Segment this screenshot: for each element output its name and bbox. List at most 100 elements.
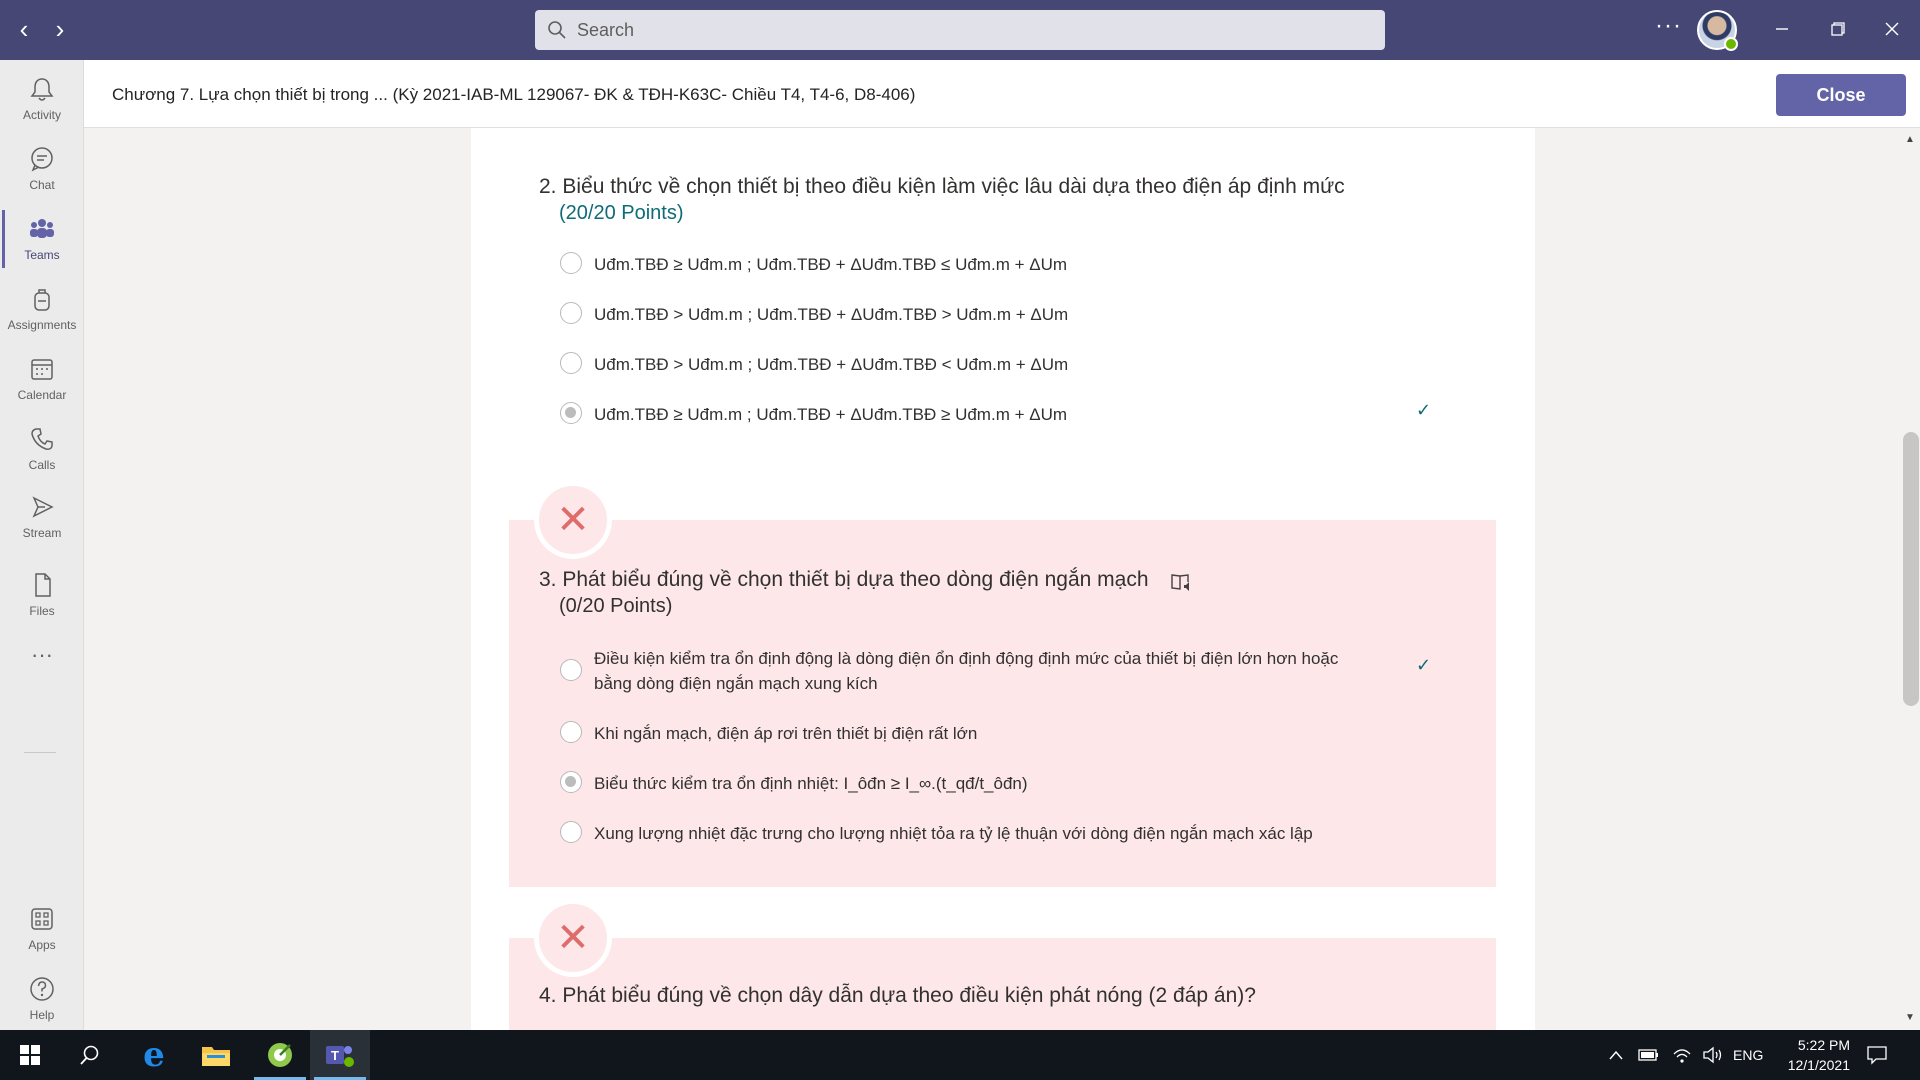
backpack-icon xyxy=(34,289,50,311)
rail-item-apps[interactable]: Apps xyxy=(0,898,84,964)
close-window-icon[interactable] xyxy=(1876,14,1908,46)
option-text: Uđm.TBĐ ≥ Uđm.m ; Uđm.TBĐ + ΔUđm.TBĐ ≥ U… xyxy=(594,405,1068,424)
correct-check-icon: ✓ xyxy=(1416,400,1432,420)
answer-option[interactable]: Khi ngắn mạch, điện áp rơi trên thiết bị… xyxy=(560,721,977,746)
option-text: Uđm.TBĐ > Uđm.m ; Uđm.TBĐ + ΔUđm.TBĐ < U… xyxy=(594,355,1069,374)
teams-icon xyxy=(30,219,54,238)
bell-icon xyxy=(30,78,54,101)
answer-option[interactable]: Uđm.TBĐ ≥ Uđm.m ; Uđm.TBĐ + ΔUđm.TBĐ ≥ U… xyxy=(560,402,1067,427)
more-apps-icon[interactable]: ··· xyxy=(0,638,84,678)
scrollbar-thumb[interactable] xyxy=(1903,432,1919,706)
rail-label: Help xyxy=(29,1008,55,1022)
battery-icon[interactable] xyxy=(1638,1030,1660,1080)
rail-label: Chat xyxy=(29,178,55,192)
show-hidden-icons-icon[interactable] xyxy=(1608,1030,1624,1080)
rail-item-chat[interactable]: Chat xyxy=(0,138,84,204)
phone-icon xyxy=(31,428,53,450)
correct-check-icon: ✓ xyxy=(1416,655,1432,675)
radio-button[interactable] xyxy=(560,721,582,743)
answer-option[interactable]: Uđm.TBĐ > Uđm.m ; Uđm.TBĐ + ΔUđm.TBĐ > U… xyxy=(560,302,1068,327)
option-text: Uđm.TBĐ ≥ Uđm.m ; Uđm.TBĐ + ΔUđm.TBĐ ≤ U… xyxy=(594,255,1068,274)
question-title: 2. Biểu thức về chọn thiết bị theo điều … xyxy=(539,175,1345,198)
volume-icon[interactable] xyxy=(1702,1030,1724,1080)
question-points: (0/20 Points) xyxy=(559,595,673,617)
answer-option[interactable]: Biểu thức kiểm tra ổn định nhiệt: I_ôđn … xyxy=(560,771,1028,796)
rail-label: Calendar xyxy=(17,388,67,402)
title-bar: ‹ › Search ··· xyxy=(0,0,1920,60)
option-text: Điều kiện kiểm tra ổn định động là dòng … xyxy=(594,649,1339,693)
teams-taskbar-icon[interactable]: T xyxy=(310,1030,370,1080)
windows-start-icon[interactable] xyxy=(0,1030,60,1080)
search-placeholder: Search xyxy=(577,19,635,40)
system-clock[interactable]: 5:22 PM 12/1/2021 xyxy=(1760,1035,1850,1075)
radio-button-selected[interactable] xyxy=(560,402,582,424)
option-text: Xung lượng nhiệt đặc trưng cho lượng nhi… xyxy=(594,824,1313,843)
taskbar-search-icon[interactable] xyxy=(60,1030,120,1080)
rail-item-calendar[interactable]: Calendar xyxy=(0,348,84,414)
file-icon xyxy=(35,573,51,597)
notifications-icon[interactable] xyxy=(1866,1030,1888,1080)
radio-button-selected[interactable] xyxy=(560,771,582,793)
minimize-icon[interactable] xyxy=(1766,14,1798,46)
rail-label: Activity xyxy=(22,108,61,122)
rail-item-calls[interactable]: Calls xyxy=(0,418,84,484)
forward-arrow-icon[interactable]: › xyxy=(46,16,74,44)
immersive-reader-icon[interactable] xyxy=(1170,571,1192,593)
radio-button[interactable] xyxy=(560,302,582,324)
radio-button[interactable] xyxy=(560,659,582,681)
radio-button[interactable] xyxy=(560,352,582,374)
rail-item-help[interactable]: Help xyxy=(0,968,84,1034)
radio-button[interactable] xyxy=(560,821,582,843)
restore-icon[interactable] xyxy=(1822,14,1854,46)
question-title: 4. Phát biểu đúng về chọn dây dẫn dựa th… xyxy=(539,984,1256,1007)
wrong-x-icon: ✕ xyxy=(534,899,612,977)
answer-option[interactable]: Uđm.TBĐ > Uđm.m ; Uđm.TBĐ + ΔUđm.TBĐ < U… xyxy=(560,352,1068,377)
rail-label: Calls xyxy=(28,458,56,472)
page-header: Chương 7. Lựa chọn thiết bị trong ... (K… xyxy=(84,60,1920,128)
rail-item-teams[interactable]: Teams xyxy=(0,208,84,274)
rail-label: Stream xyxy=(22,526,62,540)
wifi-icon[interactable] xyxy=(1672,1030,1692,1080)
close-button[interactable]: Close xyxy=(1776,74,1906,116)
chat-icon xyxy=(31,147,53,172)
back-arrow-icon[interactable]: ‹ xyxy=(10,16,38,44)
avatar[interactable] xyxy=(1697,10,1738,51)
windows-taskbar: e T ENG 5:22 PM 12/1/2021 xyxy=(0,1030,1920,1080)
help-icon xyxy=(30,977,54,1001)
clock-date: 12/1/2021 xyxy=(1787,1057,1850,1073)
rail-item-stream[interactable]: Stream xyxy=(0,486,84,552)
option-text: Uđm.TBĐ > Uđm.m ; Uđm.TBĐ + ΔUđm.TBĐ > U… xyxy=(594,305,1069,324)
scroll-up-icon[interactable]: ▲ xyxy=(1905,134,1915,145)
rail-divider xyxy=(24,752,56,753)
option-text: Khi ngắn mạch, điện áp rơi trên thiết bị… xyxy=(594,724,978,743)
radio-button[interactable] xyxy=(560,252,582,274)
calendar-icon xyxy=(31,359,53,380)
question-points: (20/20 Points) xyxy=(559,202,684,224)
app-running-icon[interactable] xyxy=(250,1030,310,1080)
rail-label: Apps xyxy=(28,938,56,952)
svg-text:T: T xyxy=(331,1048,339,1063)
clock-time: 5:22 PM xyxy=(1797,1037,1850,1053)
file-explorer-icon[interactable] xyxy=(186,1030,246,1080)
edge-browser-icon[interactable]: e xyxy=(124,1030,184,1080)
search-input[interactable]: Search xyxy=(535,10,1385,50)
language-indicator[interactable]: ENG xyxy=(1733,1030,1763,1080)
answer-option[interactable]: Uđm.TBĐ ≥ Uđm.m ; Uđm.TBĐ + ΔUđm.TBĐ ≤ U… xyxy=(560,252,1067,277)
stream-icon xyxy=(32,496,54,518)
question-title: 3. Phát biểu đúng về chọn thiết bị dựa t… xyxy=(539,568,1149,591)
rail-label: Teams xyxy=(24,248,60,262)
answer-option[interactable]: Điều kiện kiểm tra ổn định động là dòng … xyxy=(560,646,1380,696)
apps-icon xyxy=(31,908,53,930)
rail-item-activity[interactable]: Activity xyxy=(0,68,84,134)
rail-item-files[interactable]: Files xyxy=(0,564,84,630)
search-icon xyxy=(548,21,566,39)
page-title: Chương 7. Lựa chọn thiết bị trong ... (K… xyxy=(112,85,916,104)
answer-option[interactable]: Xung lượng nhiệt đặc trưng cho lượng nhi… xyxy=(560,821,1313,846)
rail-label: Files xyxy=(29,604,55,618)
more-options-icon[interactable]: ··· xyxy=(1655,12,1682,40)
presence-available-icon xyxy=(1724,37,1738,51)
app-rail: Activity Chat Teams Assignments Calendar… xyxy=(0,60,84,1030)
scroll-down-icon[interactable]: ▼ xyxy=(1905,1012,1915,1023)
rail-item-assignments[interactable]: Assignments xyxy=(0,278,84,344)
rail-label: Assignments xyxy=(7,318,77,332)
